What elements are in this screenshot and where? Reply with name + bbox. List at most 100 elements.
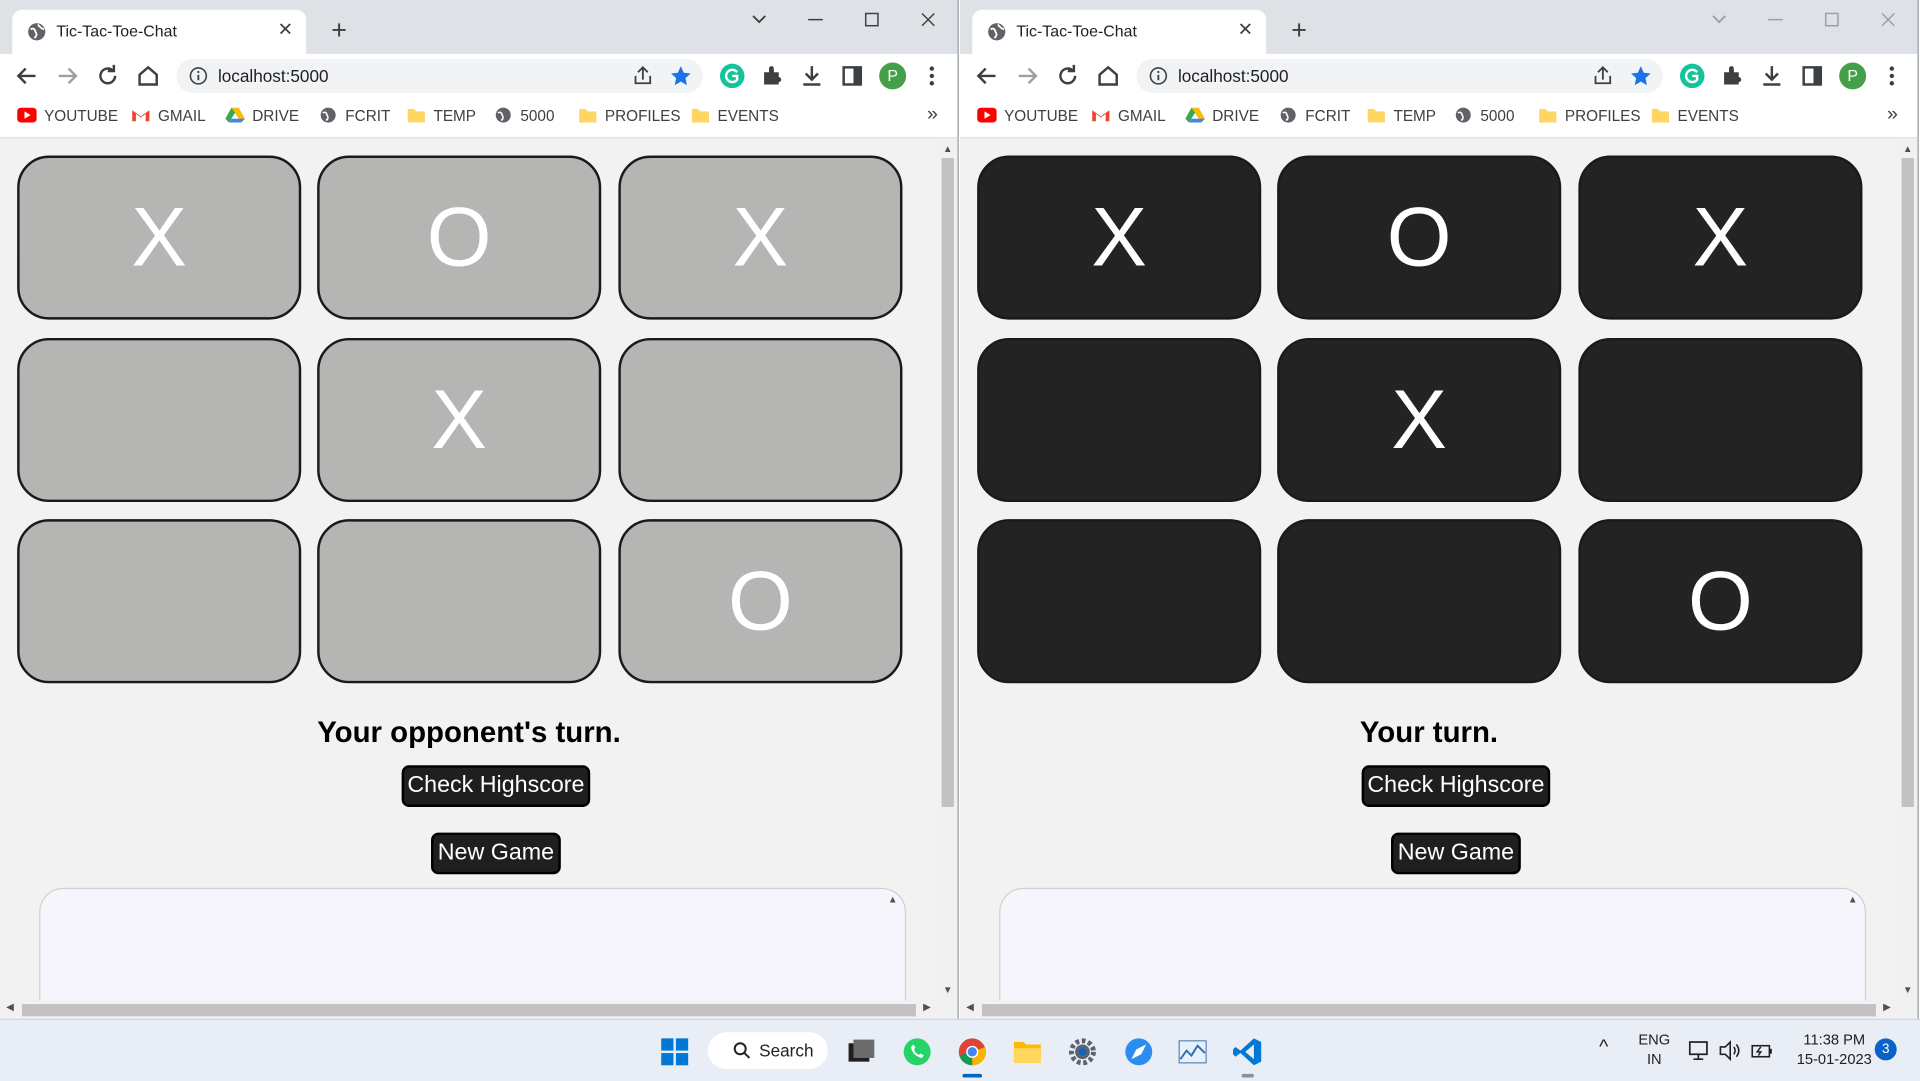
close-window-icon[interactable]	[904, 5, 953, 34]
chat-scroll-up-icon[interactable]: ▲	[1848, 894, 1858, 905]
side-panel-icon[interactable]	[838, 61, 867, 90]
maximize-icon[interactable]	[1807, 5, 1856, 34]
scroll-up-icon[interactable]: ▲	[943, 143, 953, 154]
volume-icon[interactable]	[1717, 1037, 1744, 1064]
taskbar-search[interactable]: Search	[707, 1032, 828, 1069]
bookmark-star-icon[interactable]	[1629, 64, 1653, 88]
minimize-icon[interactable]	[791, 5, 840, 34]
scroll-down-icon[interactable]: ▼	[943, 984, 953, 995]
clock-time[interactable]: 11:38 PM	[1785, 1031, 1883, 1048]
vertical-scrollbar[interactable]: ▲ ▼	[937, 138, 958, 1001]
home-icon[interactable]	[1093, 61, 1122, 90]
performance-chart-icon[interactable]	[1176, 1035, 1210, 1069]
board-cell[interactable]: X	[1277, 337, 1562, 503]
bookmark-fcrit[interactable]: FCRIT	[318, 107, 390, 129]
language-code[interactable]: ENG	[1633, 1031, 1675, 1048]
url-text[interactable]: localhost:5000	[1178, 66, 1289, 86]
board-cell[interactable]	[977, 337, 1262, 503]
scrollbar-thumb[interactable]	[982, 1004, 1876, 1017]
bookmark-youtube[interactable]: YOUTUBE	[977, 107, 1078, 129]
close-window-icon[interactable]	[1864, 5, 1913, 34]
board-cell[interactable]: X	[977, 155, 1262, 320]
board-cell[interactable]: X	[17, 155, 302, 320]
scroll-down-icon[interactable]: ▼	[1903, 984, 1913, 995]
menu-kebab-icon[interactable]	[1877, 61, 1906, 90]
url-text[interactable]: localhost:5000	[218, 66, 329, 86]
scroll-right-icon[interactable]: ▶	[923, 1002, 931, 1013]
site-info-icon[interactable]	[189, 66, 209, 86]
check-highscore-button[interactable]: Check Highscore	[1361, 765, 1551, 807]
grammarly-icon[interactable]	[1678, 61, 1707, 90]
bookmark-events[interactable]: EVENTS	[1651, 107, 1739, 129]
language-region[interactable]: IN	[1633, 1051, 1675, 1068]
board-cell[interactable]	[1277, 519, 1562, 684]
battery-icon[interactable]	[1749, 1037, 1776, 1064]
close-tab-icon[interactable]: ✕	[272, 17, 299, 44]
browser-compass-icon[interactable]	[1122, 1035, 1156, 1069]
extensions-icon[interactable]	[1718, 61, 1747, 90]
task-view-icon[interactable]	[844, 1035, 878, 1069]
grammarly-icon[interactable]	[718, 61, 747, 90]
new-game-button[interactable]: New Game	[1391, 832, 1521, 875]
bookmark-star-icon[interactable]	[669, 64, 693, 88]
vscode-icon[interactable]	[1231, 1035, 1265, 1069]
new-tab-button[interactable]: +	[326, 17, 353, 44]
minimize-icon[interactable]	[1751, 5, 1800, 34]
board-cell[interactable]	[17, 519, 302, 684]
scroll-left-icon[interactable]: ◀	[966, 1002, 974, 1013]
board-cell[interactable]: X	[1578, 155, 1863, 320]
profile-avatar[interactable]: P	[1839, 62, 1867, 90]
site-info-icon[interactable]	[1149, 66, 1169, 86]
address-bar[interactable]: localhost:5000	[176, 58, 703, 94]
maximize-icon[interactable]	[847, 5, 896, 34]
reload-icon[interactable]	[1053, 61, 1082, 90]
bookmark-events[interactable]: EVENTS	[691, 107, 779, 129]
horizontal-scrollbar[interactable]: ◀ ▶	[0, 1000, 958, 1019]
scroll-right-icon[interactable]: ▶	[1883, 1002, 1891, 1013]
side-panel-icon[interactable]	[1798, 61, 1827, 90]
download-icon[interactable]	[1757, 61, 1786, 90]
check-highscore-button[interactable]: Check Highscore	[401, 765, 591, 807]
bookmark-youtube[interactable]: YOUTUBE	[17, 107, 118, 129]
bookmark-profiles[interactable]: PROFILES	[1538, 107, 1641, 129]
board-cell[interactable]	[1578, 337, 1863, 503]
windows-start-icon[interactable]	[658, 1035, 692, 1069]
board-cell[interactable]	[17, 337, 302, 503]
forward-icon[interactable]	[1013, 61, 1042, 90]
board-cell[interactable]: O	[317, 155, 602, 320]
settings-gear-icon[interactable]	[1065, 1035, 1099, 1069]
bookmark-drive[interactable]: DRIVE	[225, 107, 299, 129]
scrollbar-thumb[interactable]	[941, 157, 954, 807]
browser-tab[interactable]: Tic-Tac-Toe-Chat ✕	[972, 9, 1267, 54]
close-tab-icon[interactable]: ✕	[1232, 17, 1259, 44]
bookmark-temp[interactable]: TEMP	[1367, 107, 1436, 129]
board-cell[interactable]	[618, 337, 903, 503]
bookmark-gmail[interactable]: GMAIL	[131, 107, 206, 129]
browser-tab[interactable]: Tic-Tac-Toe-Chat ✕	[12, 9, 307, 54]
scrollbar-thumb[interactable]	[22, 1004, 916, 1017]
chat-box[interactable]: ▲	[39, 887, 907, 1001]
vertical-scrollbar[interactable]: ▲ ▼	[1897, 138, 1918, 1001]
extensions-icon[interactable]	[758, 61, 787, 90]
bookmarks-overflow-icon[interactable]: »	[927, 104, 938, 126]
board-cell[interactable]	[317, 519, 602, 684]
tab-search-icon[interactable]	[735, 5, 784, 34]
share-icon[interactable]	[1592, 65, 1614, 87]
chat-box[interactable]: ▲	[999, 887, 1867, 1001]
scroll-left-icon[interactable]: ◀	[6, 1002, 14, 1013]
reload-icon[interactable]	[93, 61, 122, 90]
chrome-icon[interactable]	[955, 1035, 989, 1069]
notification-badge[interactable]: 3	[1874, 1038, 1897, 1061]
download-icon[interactable]	[797, 61, 826, 90]
bookmarks-overflow-icon[interactable]: »	[1887, 104, 1898, 126]
bookmark-temp[interactable]: TEMP	[407, 107, 476, 129]
scroll-up-icon[interactable]: ▲	[1903, 143, 1913, 154]
board-cell[interactable]: O	[1277, 155, 1562, 320]
network-icon[interactable]	[1686, 1037, 1713, 1064]
clock-date[interactable]: 15-01-2023	[1785, 1051, 1883, 1068]
share-icon[interactable]	[632, 65, 654, 87]
menu-kebab-icon[interactable]	[917, 61, 946, 90]
back-icon[interactable]	[972, 61, 1001, 90]
bookmark-5000[interactable]: 5000	[493, 107, 554, 129]
horizontal-scrollbar[interactable]: ◀ ▶	[960, 1000, 1918, 1019]
